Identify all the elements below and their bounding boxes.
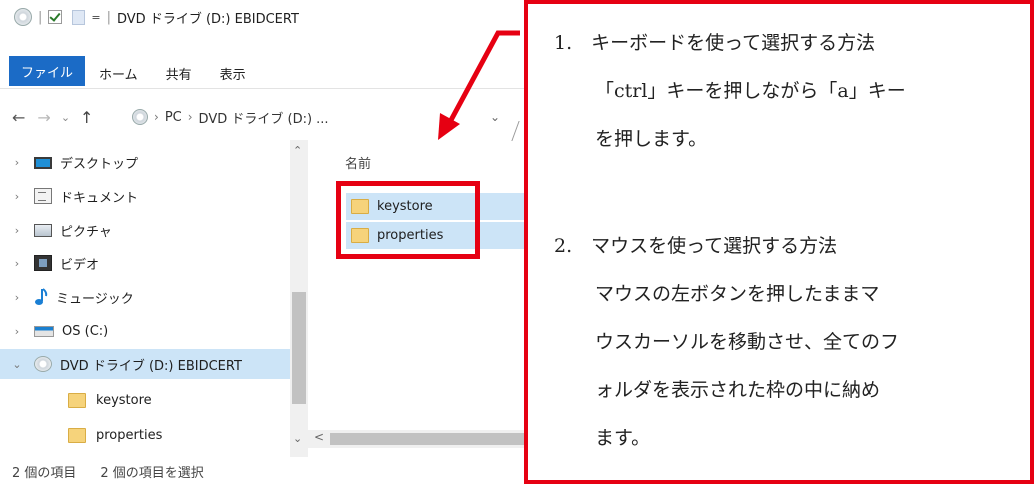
callout-pointer-arrow [438, 30, 520, 140]
